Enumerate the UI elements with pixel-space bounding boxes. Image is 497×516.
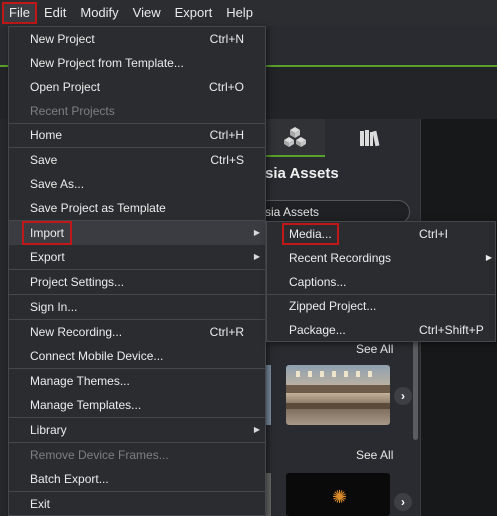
submenu-item-media[interactable]: Media... Ctrl+I bbox=[267, 222, 495, 246]
menu-item-label: Recent Recordings bbox=[289, 251, 392, 265]
menu-item-new-recording[interactable]: New Recording... Ctrl+R bbox=[9, 320, 265, 344]
file-menu: New Project Ctrl+N New Project from Temp… bbox=[8, 26, 266, 516]
see-all-link-2[interactable]: See All bbox=[356, 448, 393, 462]
menu-item-connect-mobile[interactable]: Connect Mobile Device... bbox=[9, 344, 265, 368]
menu-item-label: Save As... bbox=[30, 177, 85, 191]
menu-export[interactable]: Export bbox=[168, 2, 220, 24]
menu-item-open-project[interactable]: Open Project Ctrl+O bbox=[9, 75, 265, 99]
menu-item-label: Save Project as Template bbox=[30, 201, 166, 215]
menu-help[interactable]: Help bbox=[219, 2, 260, 24]
menu-item-label: Captions... bbox=[289, 275, 347, 289]
menu-item-label: Home bbox=[30, 128, 63, 142]
menu-item-label: Remove Device Frames... bbox=[30, 448, 169, 462]
shortcut-label: Ctrl+N bbox=[209, 32, 244, 46]
menu-item-save-as-template[interactable]: Save Project as Template bbox=[9, 196, 265, 220]
submenu-arrow-icon: ▶ bbox=[253, 228, 260, 237]
menu-item-label: Manage Themes... bbox=[30, 374, 130, 388]
menu-item-batch-export[interactable]: Batch Export... bbox=[9, 467, 265, 491]
submenu-item-recent-recordings[interactable]: Recent Recordings ▶ bbox=[267, 246, 495, 270]
menu-item-exit[interactable]: Exit bbox=[9, 492, 265, 516]
shortcut-label: Ctrl+S bbox=[210, 153, 244, 167]
library-tab-books[interactable] bbox=[340, 119, 400, 157]
chevron-right-icon[interactable]: › bbox=[394, 493, 412, 511]
menu-edit[interactable]: Edit bbox=[37, 2, 73, 24]
menu-item-import[interactable]: Import ▶ bbox=[9, 221, 265, 245]
submenu-item-zipped-project[interactable]: Zipped Project... bbox=[267, 294, 495, 318]
menu-item-new-from-template[interactable]: New Project from Template... bbox=[9, 51, 265, 75]
menu-item-label: New Project bbox=[30, 32, 95, 46]
menu-item-label: Media... bbox=[282, 223, 339, 245]
submenu-item-package[interactable]: Package... Ctrl+Shift+P bbox=[267, 318, 495, 342]
menu-item-new-project[interactable]: New Project Ctrl+N bbox=[9, 27, 265, 51]
library-tab-assets[interactable] bbox=[265, 119, 325, 157]
menu-modify[interactable]: Modify bbox=[73, 2, 125, 24]
menu-item-sign-in[interactable]: Sign In... bbox=[9, 295, 265, 319]
shortcut-label: Ctrl+H bbox=[209, 128, 244, 142]
menubar: File Edit Modify View Export Help bbox=[0, 0, 497, 26]
menu-item-recent-projects: Recent Projects bbox=[9, 99, 265, 123]
menu-item-label: Exit bbox=[30, 497, 51, 511]
menu-item-label: Project Settings... bbox=[30, 275, 125, 289]
submenu-arrow-icon: ▶ bbox=[253, 425, 260, 434]
menu-item-label: Batch Export... bbox=[30, 472, 109, 486]
import-submenu: Media... Ctrl+I Recent Recordings ▶ Capt… bbox=[266, 221, 496, 342]
menu-item-save-as[interactable]: Save As... bbox=[9, 172, 265, 196]
menu-item-label: Connect Mobile Device... bbox=[30, 349, 164, 363]
menu-item-save[interactable]: Save Ctrl+S bbox=[9, 148, 265, 172]
shortcut-label: Ctrl+R bbox=[209, 325, 244, 339]
menu-item-label: Export bbox=[30, 250, 65, 264]
submenu-arrow-icon: ▶ bbox=[485, 253, 492, 262]
menu-item-label: Library bbox=[30, 423, 67, 437]
asset-thumbnail-sparkle[interactable]: ✺ bbox=[286, 473, 390, 516]
shortcut-label: Ctrl+I bbox=[419, 227, 449, 241]
shortcut-label: Ctrl+Shift+P bbox=[419, 323, 484, 337]
menu-item-label: Package... bbox=[289, 323, 346, 337]
menu-item-label: Open Project bbox=[30, 80, 101, 94]
menu-item-label: New Recording... bbox=[30, 325, 123, 339]
submenu-item-captions[interactable]: Captions... bbox=[267, 270, 495, 294]
shortcut-label: Ctrl+O bbox=[208, 80, 244, 94]
menu-item-manage-templates[interactable]: Manage Templates... bbox=[9, 393, 265, 417]
menu-item-label: Import bbox=[21, 221, 73, 245]
menu-item-manage-themes[interactable]: Manage Themes... bbox=[9, 369, 265, 393]
cubes-icon bbox=[284, 127, 306, 147]
menu-item-label: Manage Templates... bbox=[30, 398, 142, 412]
library-title: sia Assets bbox=[265, 165, 339, 182]
submenu-arrow-icon: ▶ bbox=[253, 252, 260, 261]
menu-item-remove-device-frames: Remove Device Frames... bbox=[9, 443, 265, 467]
menu-item-label: Save bbox=[30, 153, 58, 167]
menu-item-label: New Project from Template... bbox=[30, 56, 184, 70]
menu-file[interactable]: File bbox=[2, 2, 37, 24]
menu-item-label: Sign In... bbox=[30, 300, 78, 314]
menu-item-label: Zipped Project... bbox=[289, 299, 377, 313]
asset-thumbnail-mall[interactable] bbox=[286, 365, 390, 425]
see-all-link[interactable]: See All bbox=[356, 342, 393, 356]
menu-item-project-settings[interactable]: Project Settings... bbox=[9, 270, 265, 294]
sparkle-icon: ✺ bbox=[332, 487, 348, 507]
menu-item-home[interactable]: Home Ctrl+H bbox=[9, 123, 265, 147]
chevron-right-icon[interactable]: › bbox=[394, 387, 412, 405]
menu-item-export[interactable]: Export ▶ bbox=[9, 245, 265, 269]
menu-item-library[interactable]: Library ▶ bbox=[9, 418, 265, 442]
menu-view[interactable]: View bbox=[126, 2, 168, 24]
menu-item-label: Recent Projects bbox=[30, 104, 115, 118]
library-books-icon bbox=[360, 130, 380, 147]
